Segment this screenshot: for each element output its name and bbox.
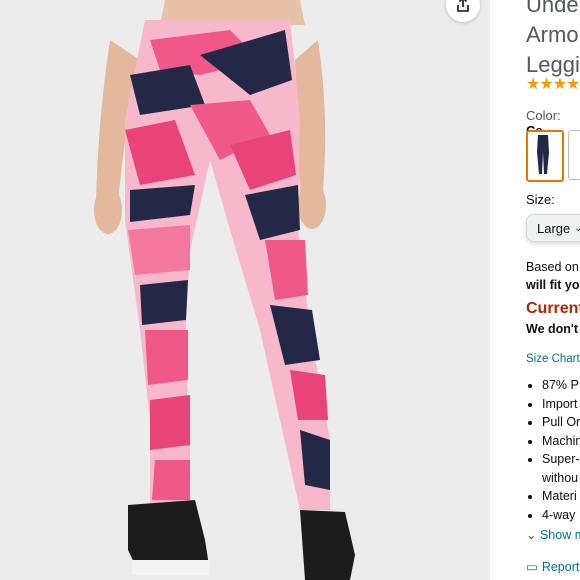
show-more-link[interactable]: ⌄ Show m [526, 527, 580, 542]
fit-recommendation: Based on will fit yo [526, 260, 580, 292]
list-item: 4-way [542, 506, 580, 525]
list-item: Super- [542, 450, 580, 469]
product-title[interactable]: Unde Armo Leggi [526, 0, 580, 80]
availability-note: We don't [526, 322, 579, 336]
size-dropdown[interactable]: Large ⌄ [526, 214, 580, 242]
availability-status: Current [526, 300, 580, 317]
chevron-down-icon: ⌄ [574, 222, 580, 234]
list-item: 87% P [542, 376, 580, 395]
report-link[interactable]: ▭ Report [526, 559, 579, 575]
share-icon [457, 0, 469, 12]
list-item: Import [542, 395, 580, 414]
star-rating-icon[interactable]: ★★★★★ [526, 74, 580, 94]
product-image-panel[interactable] [0, 0, 490, 580]
list-item: Pull Or [542, 413, 580, 432]
color-swatch-selected[interactable] [526, 130, 564, 182]
leggings-thumbnail [537, 135, 549, 174]
list-item: Machin [542, 432, 580, 451]
size-chart-link[interactable]: Size Chart [526, 353, 580, 365]
size-label: Size: [526, 192, 555, 207]
product-details-panel: Unde Armo Leggi ★★★★★ Color: Ce Size: La… [490, 0, 580, 580]
feature-bullets: 87% P Import Pull Or Machin Super- witho… [526, 376, 580, 524]
report-icon: ▭ [526, 560, 538, 574]
chevron-down-icon: ⌄ [526, 528, 537, 542]
color-swatch[interactable] [568, 130, 580, 180]
size-selected-value: Large [537, 220, 571, 236]
product-photo [0, 0, 490, 580]
list-item: withou [542, 470, 579, 485]
list-item: Materi [542, 487, 580, 506]
